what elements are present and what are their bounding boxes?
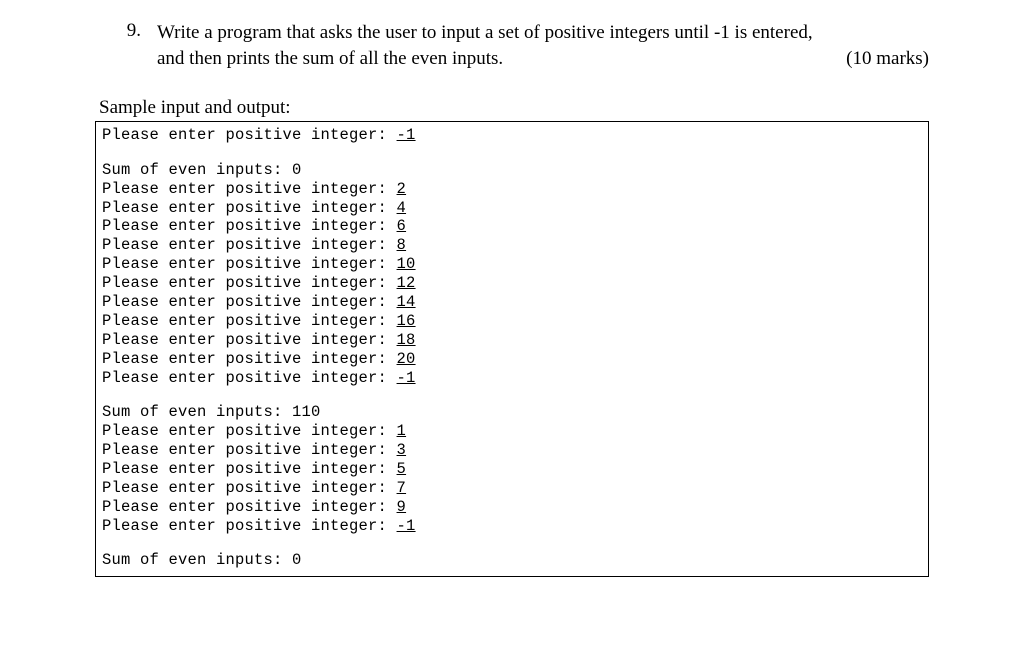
sample-sum-line: Sum of even inputs: 0	[102, 551, 922, 570]
user-input-value: 3	[397, 441, 407, 459]
prompt-text: Please enter positive integer:	[102, 498, 397, 516]
sample-input-line: Please enter positive integer: 7	[102, 479, 922, 498]
prompt-text: Please enter positive integer:	[102, 217, 397, 235]
question-block: 9. Write a program that asks the user to…	[95, 20, 929, 71]
prompt-text: Please enter positive integer:	[102, 199, 397, 217]
prompt-text: Please enter positive integer:	[102, 460, 397, 478]
prompt-text: Please enter positive integer:	[102, 369, 397, 387]
user-input-value: 2	[397, 180, 407, 198]
question-marks: (10 marks)	[846, 46, 929, 72]
prompt-text: Please enter positive integer:	[102, 350, 397, 368]
user-input-value: 16	[397, 312, 416, 330]
sample-input-line: Please enter positive integer: -1	[102, 126, 922, 145]
blank-line	[102, 388, 922, 404]
prompt-text: Please enter positive integer:	[102, 331, 397, 349]
sample-input-line: Please enter positive integer: 16	[102, 312, 922, 331]
sample-input-line: Please enter positive integer: 18	[102, 331, 922, 350]
sample-input-line: Please enter positive integer: -1	[102, 369, 922, 388]
sample-input-line: Please enter positive integer: 20	[102, 350, 922, 369]
prompt-text: Please enter positive integer:	[102, 255, 397, 273]
question-text-line1: Write a program that asks the user to in…	[157, 20, 929, 46]
user-input-value: 4	[397, 199, 407, 217]
user-input-value: 20	[397, 350, 416, 368]
sample-input-line: Please enter positive integer: 14	[102, 293, 922, 312]
user-input-value: 6	[397, 217, 407, 235]
sample-input-line: Please enter positive integer: 3	[102, 441, 922, 460]
question-number: 9.	[95, 20, 157, 42]
user-input-value: -1	[397, 369, 416, 387]
prompt-text: Please enter positive integer:	[102, 312, 397, 330]
sample-io-label: Sample input and output:	[95, 97, 929, 119]
blank-line	[102, 145, 922, 161]
blank-line	[102, 535, 922, 551]
prompt-text: Please enter positive integer:	[102, 126, 397, 144]
user-input-value: -1	[397, 517, 416, 535]
user-input-value: 5	[397, 460, 407, 478]
sample-input-line: Please enter positive integer: 9	[102, 498, 922, 517]
prompt-text: Please enter positive integer:	[102, 479, 397, 497]
sample-input-line: Please enter positive integer: 4	[102, 199, 922, 218]
prompt-text: Please enter positive integer:	[102, 274, 397, 292]
prompt-text: Please enter positive integer:	[102, 517, 397, 535]
prompt-text: Please enter positive integer:	[102, 180, 397, 198]
sample-input-line: Please enter positive integer: 6	[102, 217, 922, 236]
sample-input-line: Please enter positive integer: 5	[102, 460, 922, 479]
sum-value: 0	[292, 161, 302, 179]
question-text: Write a program that asks the user to in…	[157, 20, 929, 71]
user-input-value: -1	[397, 126, 416, 144]
user-input-value: 9	[397, 498, 407, 516]
user-input-value: 10	[397, 255, 416, 273]
sum-label: Sum of even inputs:	[102, 403, 292, 421]
sample-sum-line: Sum of even inputs: 110	[102, 403, 922, 422]
user-input-value: 1	[397, 422, 407, 440]
sample-sum-line: Sum of even inputs: 0	[102, 161, 922, 180]
user-input-value: 8	[397, 236, 407, 254]
document-page: 9. Write a program that asks the user to…	[0, 0, 1024, 577]
sample-io-box: Please enter positive integer: -1 Sum of …	[95, 121, 929, 577]
sum-value: 110	[292, 403, 321, 421]
prompt-text: Please enter positive integer:	[102, 293, 397, 311]
sample-input-line: Please enter positive integer: 10	[102, 255, 922, 274]
sample-input-line: Please enter positive integer: 2	[102, 180, 922, 199]
sample-input-line: Please enter positive integer: -1	[102, 517, 922, 536]
sample-input-line: Please enter positive integer: 1	[102, 422, 922, 441]
prompt-text: Please enter positive integer:	[102, 422, 397, 440]
sum-value: 0	[292, 551, 302, 569]
prompt-text: Please enter positive integer:	[102, 441, 397, 459]
user-input-value: 18	[397, 331, 416, 349]
prompt-text: Please enter positive integer:	[102, 236, 397, 254]
user-input-value: 14	[397, 293, 416, 311]
user-input-value: 7	[397, 479, 407, 497]
sample-input-line: Please enter positive integer: 8	[102, 236, 922, 255]
sum-label: Sum of even inputs:	[102, 161, 292, 179]
sample-input-line: Please enter positive integer: 12	[102, 274, 922, 293]
question-text-line2: and then prints the sum of all the even …	[157, 46, 503, 72]
user-input-value: 12	[397, 274, 416, 292]
sum-label: Sum of even inputs:	[102, 551, 292, 569]
